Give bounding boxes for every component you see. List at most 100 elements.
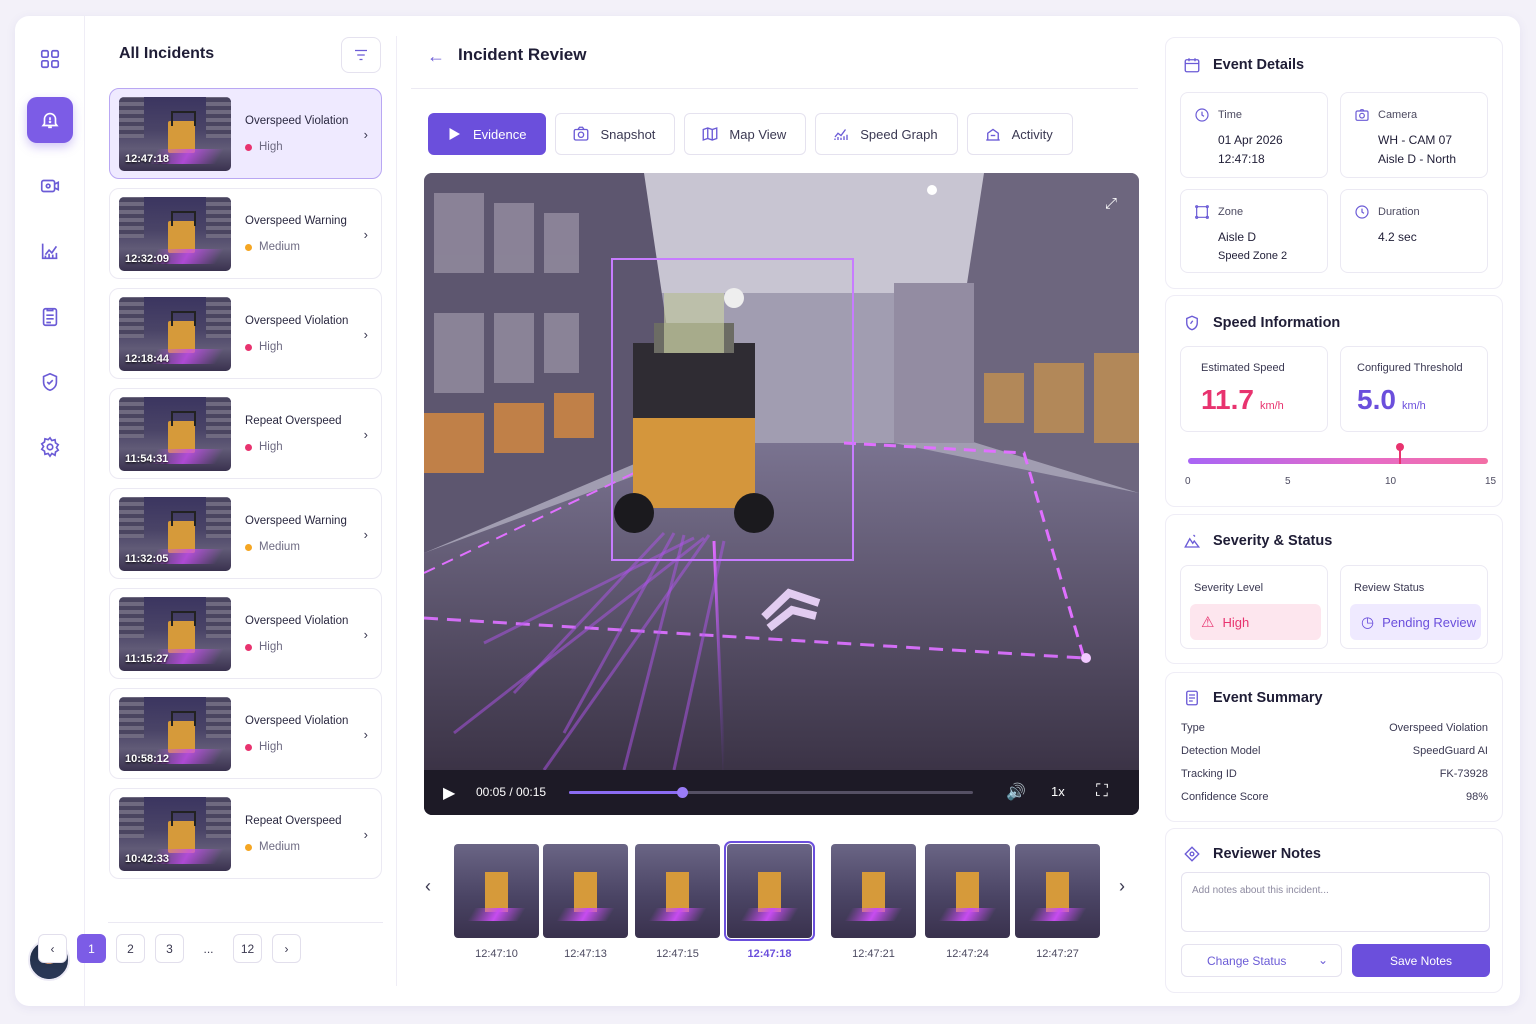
incident-thumbnail: 11:15:27 [119, 597, 231, 671]
incident-severity: High [245, 141, 283, 153]
shield-check-icon[interactable] [27, 359, 73, 405]
incident-list-item[interactable]: 12:32:09 Overspeed Warning Medium › [109, 188, 382, 279]
incident-list-item[interactable]: 10:42:33 Repeat Overspeed Medium › [109, 788, 382, 879]
page-3-button[interactable]: 3 [155, 934, 184, 963]
incident-title: Overspeed Warning [245, 215, 347, 227]
frame-time-label: 12:47:13 [564, 948, 607, 960]
filter-button[interactable] [341, 37, 381, 73]
prev-page-button[interactable]: ‹ [38, 934, 67, 963]
frame-thumbnail[interactable] [724, 841, 815, 941]
summary-row: Type Overspeed Violation [1181, 722, 1488, 734]
settings-gear-icon[interactable] [27, 424, 73, 470]
frame-thumbnail[interactable] [925, 844, 1010, 938]
frame-thumbnail[interactable] [543, 844, 628, 938]
notes-icon [1184, 846, 1200, 862]
frame-time-label: 12:47:18 [747, 948, 792, 960]
frame-thumbnail[interactable] [635, 844, 720, 938]
camera-icon[interactable] [27, 163, 73, 209]
incident-time: 11:54:31 [125, 453, 169, 465]
page-ellipsis: ... [194, 934, 223, 963]
incident-thumbnail: 12:32:09 [119, 197, 231, 271]
analytics-icon[interactable] [27, 228, 73, 274]
alerts-bell-icon[interactable] [27, 97, 73, 143]
tab-speed-graph[interactable]: Speed Graph [815, 113, 958, 155]
filter-icon [355, 49, 367, 61]
estimated-speed-box: Estimated Speed 11.7 km/h [1180, 346, 1328, 432]
incident-time: 10:42:33 [125, 853, 170, 865]
tab-evidence[interactable]: Evidence [428, 113, 547, 155]
save-notes-button[interactable]: Save Notes [1352, 944, 1490, 977]
nav-rail [15, 16, 85, 1006]
incident-severity: Medium [245, 841, 300, 853]
duration-box: Duration 4.2 sec [1340, 189, 1488, 273]
incident-severity: High [245, 741, 283, 753]
incident-list-item[interactable]: 11:32:05 Overspeed Warning Medium › [109, 488, 382, 579]
frame-thumbnail[interactable] [831, 844, 916, 938]
video-scrubber[interactable] [569, 787, 973, 798]
graph-icon [834, 129, 848, 140]
back-arrow-icon[interactable]: ← [427, 46, 445, 67]
chevron-right-icon: › [363, 427, 368, 442]
evidence-video[interactable]: ⤢ ▶ 00:05 / 00:15 🔊 1x ⛶ [424, 173, 1139, 815]
tab-map-view[interactable]: Map View [684, 113, 807, 155]
next-page-button[interactable]: › [272, 934, 301, 963]
video-progress [569, 791, 683, 794]
dashboard-icon[interactable] [27, 36, 73, 82]
incident-list-item[interactable]: 11:15:27 Overspeed Violation High › [109, 588, 382, 679]
chevron-right-icon: › [363, 327, 368, 342]
scale-tick-label: 10 [1385, 476, 1397, 487]
camera-lens-icon [1355, 109, 1369, 121]
list-title: All Incidents [119, 45, 215, 62]
frames-next-icon[interactable]: › [1119, 876, 1125, 897]
page-2-button[interactable]: 2 [116, 934, 145, 963]
severity-icon [1184, 534, 1201, 548]
severity-level-box: Severity Level ⚠ High [1180, 565, 1328, 649]
severity-dot [245, 143, 252, 151]
chevron-right-icon: › [363, 827, 368, 842]
incident-thumbnail: 11:32:05 [119, 497, 231, 571]
incident-severity: High [245, 641, 283, 653]
incident-list-panel: All Incidents 12:47:18 Overspeed Violatio… [108, 36, 383, 986]
incident-time: 11:15:27 [125, 653, 169, 665]
tab-snapshot[interactable]: Snapshot [555, 113, 676, 155]
page-1-button[interactable]: 1 [77, 934, 106, 963]
incident-title: Repeat Overspeed [245, 415, 342, 427]
warning-triangle-icon: ⚠ [1201, 614, 1215, 631]
snapshot-camera-icon [574, 126, 589, 141]
playback-speed[interactable]: 1x [1051, 784, 1065, 799]
tab-activity[interactable]: Activity [966, 113, 1073, 155]
incident-severity: Medium [245, 541, 300, 553]
page-12-button[interactable]: 12 [233, 934, 262, 963]
incident-list-item[interactable]: 12:18:44 Overspeed Violation High › [109, 288, 382, 379]
video-controls: ▶ 00:05 / 00:15 🔊 1x ⛶ [424, 770, 1139, 815]
chevron-down-icon: ⌄ [1317, 953, 1328, 967]
app-window: All Incidents 12:47:18 Overspeed Violatio… [15, 16, 1520, 1006]
threshold-box: Configured Threshold 5.0 km/h [1340, 346, 1488, 432]
view-tabs: Evidence Snapshot Map View Speed Graph A… [428, 113, 1073, 155]
frame-time-label: 12:47:10 [475, 948, 518, 960]
frame-time-label: 12:47:21 [852, 948, 895, 960]
frame-thumbnail[interactable] [1015, 844, 1100, 938]
incident-list-item[interactable]: 10:58:12 Overspeed Violation High › [109, 688, 382, 779]
incident-title: Overspeed Violation [245, 715, 349, 727]
incident-list-item[interactable]: 12:47:18 Overspeed Violation High › [109, 88, 382, 179]
frame-thumbnail[interactable] [454, 844, 539, 938]
fullscreen-icon[interactable]: ⛶ [1096, 781, 1108, 801]
activity-icon [985, 128, 1000, 141]
reports-icon[interactable] [27, 294, 73, 340]
chevron-right-icon: › [363, 227, 368, 242]
play-button[interactable]: ▶ [443, 783, 455, 803]
volume-icon[interactable]: 🔊 [1006, 782, 1026, 802]
speed-shield-icon [1186, 315, 1198, 331]
scrubber-handle[interactable] [677, 787, 689, 798]
speed-scale [1188, 443, 1488, 464]
frames-prev-icon[interactable]: ‹ [425, 876, 431, 897]
incident-severity: Medium [245, 241, 300, 253]
speed-info-card: Speed Information Estimated Speed 11.7 km… [1165, 295, 1503, 507]
incident-list-item[interactable]: 11:54:31 Repeat Overspeed High › [109, 388, 382, 479]
notes-textarea[interactable]: Add notes about this incident... [1181, 872, 1490, 932]
change-status-select[interactable]: Change Status ⌄ [1181, 944, 1342, 977]
scale-tick-label: 15 [1485, 476, 1497, 487]
frame-strip: 12:47:10 12:47:13 12:47:15 12:47:18 12:47:21… [454, 841, 1104, 960]
expand-icon[interactable]: ⤢ [1105, 195, 1117, 212]
